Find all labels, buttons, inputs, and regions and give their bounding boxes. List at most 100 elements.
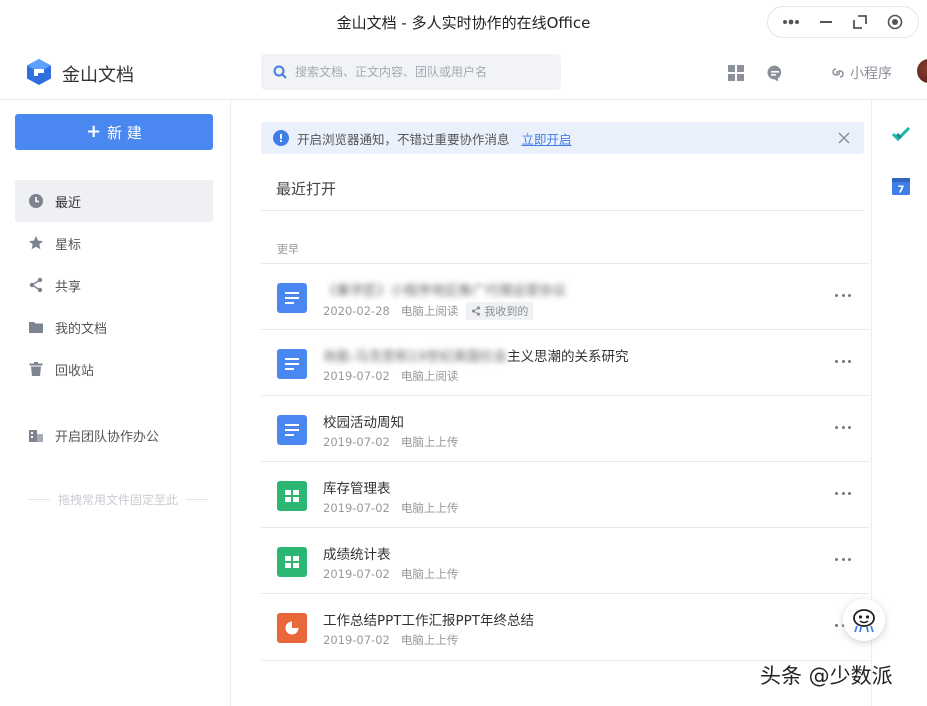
divider <box>28 499 50 500</box>
search-box[interactable] <box>261 54 561 90</box>
new-button-label: 新 建 <box>107 123 142 142</box>
sidebar-item-my-docs[interactable]: 我的文档 <box>15 306 213 348</box>
sheet-file-icon <box>277 481 307 511</box>
kdocs-logo-icon[interactable] <box>26 58 52 86</box>
clock-icon <box>27 192 45 210</box>
mini-program-button[interactable]: 小程序 <box>830 63 892 83</box>
sidebar-item-label: 最近 <box>55 195 82 211</box>
sidebar-item-trash[interactable]: 回收站 <box>15 348 213 390</box>
enable-notifications-link[interactable]: 立即开启 <box>522 129 572 148</box>
notification-banner: ! 开启浏览器通知，不错过重要协作消息 立即开启 <box>261 122 864 154</box>
close-window-icon[interactable] <box>884 11 906 33</box>
file-date: 2020-02-28 <box>323 304 390 318</box>
doc-file-icon <box>277 349 307 379</box>
share-icon <box>472 306 481 316</box>
sidebar-item-label: 开启团队协作办公 <box>55 429 160 445</box>
file-row[interactable]: 《秦学匠》小程序地区推广代理运营协议 2020-02-28 电脑上阅读 我收到的 <box>261 263 869 329</box>
divider <box>186 499 209 500</box>
file-date: 2019-07-02 <box>323 501 390 515</box>
badge-label: 我收到的 <box>484 305 529 318</box>
robot-icon <box>853 609 875 633</box>
file-date: 2019-07-02 <box>323 567 390 581</box>
pin-drop-zone[interactable]: 拖拽常用文件固定至此 <box>28 491 209 508</box>
sidebar-item-label: 共享 <box>55 279 82 295</box>
sidebar-item-team[interactable]: 开启团队协作办公 <box>15 414 213 456</box>
search-input[interactable] <box>295 65 545 79</box>
sidebar: + 新 建 最近 星标 共享 我的文档 回收站 开启团队协作办公 拖拽常用文件固… <box>0 100 231 706</box>
file-row[interactable]: 库存管理表 2019-07-02 电脑上上传 <box>261 461 869 527</box>
share-icon <box>27 276 45 294</box>
doc-file-icon <box>277 415 307 445</box>
more-options-icon[interactable] <box>835 290 851 300</box>
sidebar-item-label: 回收站 <box>55 363 95 379</box>
file-meta: 2019-07-02 电脑上上传 <box>323 500 458 516</box>
restore-icon[interactable] <box>849 11 871 33</box>
file-date: 2019-07-02 <box>323 369 390 383</box>
sidebar-item-starred[interactable]: 星标 <box>15 222 213 264</box>
sidebar-item-label: 星标 <box>55 237 82 253</box>
close-icon[interactable] <box>836 130 852 146</box>
trash-icon <box>27 360 45 378</box>
plus-icon: + <box>86 121 102 142</box>
section-title: 最近打开 <box>276 180 337 198</box>
file-meta: 2020-02-28 电脑上阅读 我收到的 <box>323 302 534 320</box>
sidebar-item-recent[interactable]: 最近 <box>15 180 213 222</box>
group-label: 更早 <box>277 243 299 256</box>
minimize-icon[interactable] <box>815 11 837 33</box>
search-icon <box>273 65 287 79</box>
assistant-bot-button[interactable] <box>843 599 885 641</box>
mini-program-icon <box>832 68 844 78</box>
building-icon <box>27 426 45 444</box>
sidebar-item-shared[interactable]: 共享 <box>15 264 213 306</box>
brand-name: 金山文档 <box>62 65 134 86</box>
new-button[interactable]: + 新 建 <box>15 114 213 150</box>
file-date: 2019-07-02 <box>323 633 390 647</box>
more-options-icon[interactable] <box>835 488 851 498</box>
file-name-blurred: 尚能-马克思和19世纪英国社会 <box>323 349 508 365</box>
file-meta: 2019-07-02 电脑上阅读 <box>323 368 458 384</box>
file-status: 电脑上上传 <box>400 633 459 647</box>
more-options-icon[interactable] <box>835 554 851 564</box>
folder-icon <box>27 318 45 336</box>
message-icon[interactable] <box>766 64 784 82</box>
file-status: 电脑上上传 <box>400 435 459 449</box>
banner-text: 开启浏览器通知，不错过重要协作消息 <box>297 131 510 147</box>
file-status: 电脑上上传 <box>400 567 459 581</box>
file-name: 校园活动周知 <box>323 415 404 431</box>
file-name: 成绩统计表 <box>323 547 391 563</box>
file-meta: 2019-07-02 电脑上上传 <box>323 566 458 582</box>
more-options-icon[interactable] <box>835 356 851 366</box>
file-row[interactable]: 尚能-马克思和19世纪英国社会主义思潮的关系研究 2019-07-02 电脑上阅… <box>261 329 869 395</box>
window-controls <box>767 6 919 38</box>
info-icon: ! <box>273 130 289 146</box>
more-options-icon[interactable] <box>835 422 851 432</box>
window-titlebar: 金山文档 - 多人实时协作的在线Office <box>0 0 927 44</box>
file-name: 《秦学匠》小程序地区推广代理运营协议 <box>323 283 566 299</box>
file-name: 尚能-马克思和19世纪英国社会主义思潮的关系研究 <box>323 345 629 365</box>
file-date: 2019-07-02 <box>323 435 390 449</box>
calendar-day: 7 <box>898 185 905 196</box>
watermark: 头条 @少数派 <box>760 664 893 688</box>
app-header: 金山文档 小程序 <box>0 44 927 100</box>
file-status: 电脑上阅读 <box>400 369 459 383</box>
pin-hint-text: 拖拽常用文件固定至此 <box>58 493 179 507</box>
file-row[interactable]: 工作总结PPT工作汇报PPT年终总结 2019-07-02 电脑上上传 <box>261 593 869 659</box>
received-badge: 我收到的 <box>466 302 534 320</box>
sidebar-item-label: 我的文档 <box>55 321 108 337</box>
file-row[interactable]: 校园活动周知 2019-07-02 电脑上上传 <box>261 395 869 461</box>
file-name: 库存管理表 <box>323 481 391 497</box>
file-status: 电脑上上传 <box>400 501 459 515</box>
star-icon <box>27 234 45 252</box>
apps-grid-icon[interactable] <box>727 64 745 82</box>
calendar-icon[interactable]: 7 <box>891 176 911 196</box>
doc-file-icon <box>277 283 307 313</box>
file-row[interactable]: 成绩统计表 2019-07-02 电脑上上传 <box>261 527 869 593</box>
file-name-visible: 主义思潮的关系研究 <box>507 349 629 365</box>
todo-check-icon[interactable] <box>891 124 911 144</box>
file-name: 工作总结PPT工作汇报PPT年终总结 <box>323 613 535 629</box>
avatar[interactable] <box>917 59 927 83</box>
ppt-file-icon <box>277 613 307 643</box>
sheet-file-icon <box>277 547 307 577</box>
more-menu-icon[interactable] <box>780 11 802 33</box>
file-meta: 2019-07-02 电脑上上传 <box>323 632 458 648</box>
